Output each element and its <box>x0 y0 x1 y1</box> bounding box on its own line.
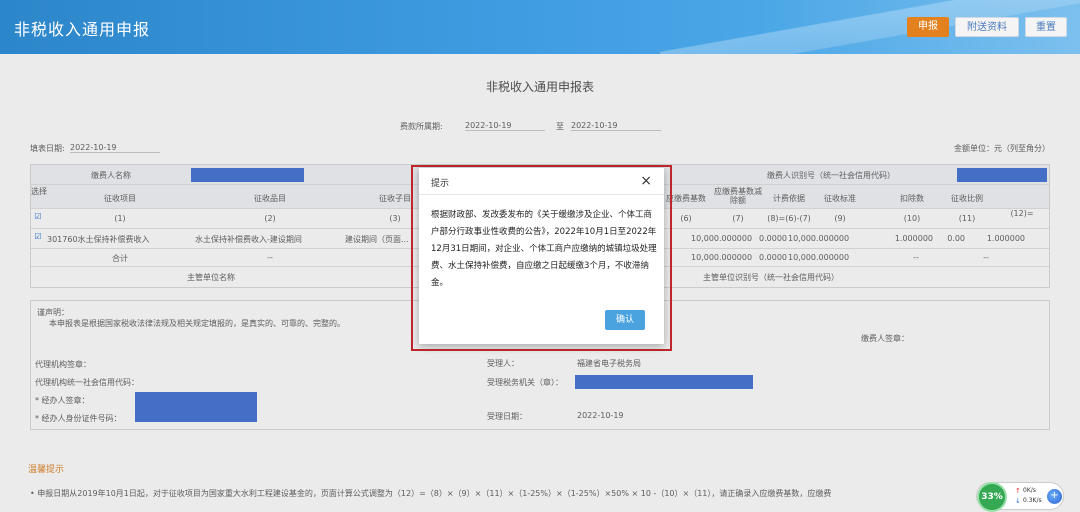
upload-speed: 0K/s <box>1023 487 1036 494</box>
download-arrow-icon: ↓ <box>1015 497 1021 505</box>
attach-documents-button[interactable]: 附送资料 <box>955 17 1019 37</box>
dialog-header: 提示 × <box>419 168 664 195</box>
reset-button[interactable]: 重置 <box>1025 17 1067 37</box>
app-header: 非税收入通用申报 申报 附送资料 重置 <box>0 0 1080 54</box>
boost-icon[interactable]: + <box>1047 489 1062 504</box>
network-speed-widget[interactable]: 33% ↑ 0K/s ↓ 0.3K/s + <box>976 482 1064 512</box>
page-title: 非税收入通用申报 <box>14 20 151 39</box>
dialog-message: 根据财政部、发改委发布的《关于缓缴涉及企业、个体工商户部分行政事业性收费的公告》… <box>431 210 657 288</box>
download-speed: 0.3K/s <box>1023 497 1042 504</box>
submit-button[interactable]: 申报 <box>907 17 949 37</box>
dialog-title: 提示 <box>431 179 450 189</box>
confirm-button[interactable]: 确认 <box>605 310 645 330</box>
close-icon[interactable]: × <box>640 173 652 189</box>
memory-gauge[interactable]: 33% <box>977 482 1007 512</box>
notice-dialog: 提示 × 根据财政部、发改委发布的《关于缓缴涉及企业、个体工商户部分行政事业性收… <box>419 168 664 344</box>
upload-arrow-icon: ↑ <box>1015 487 1021 495</box>
